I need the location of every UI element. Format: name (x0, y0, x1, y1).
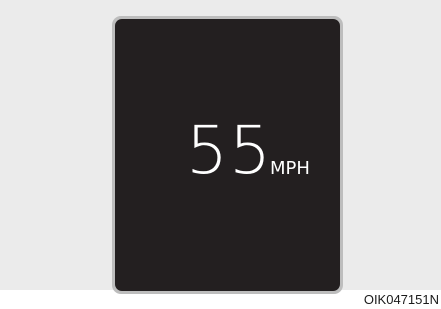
figure-code-label: OIK047151N (363, 292, 439, 307)
speed-value: 55 (186, 112, 272, 189)
speed-unit-label: MPH (270, 158, 310, 179)
